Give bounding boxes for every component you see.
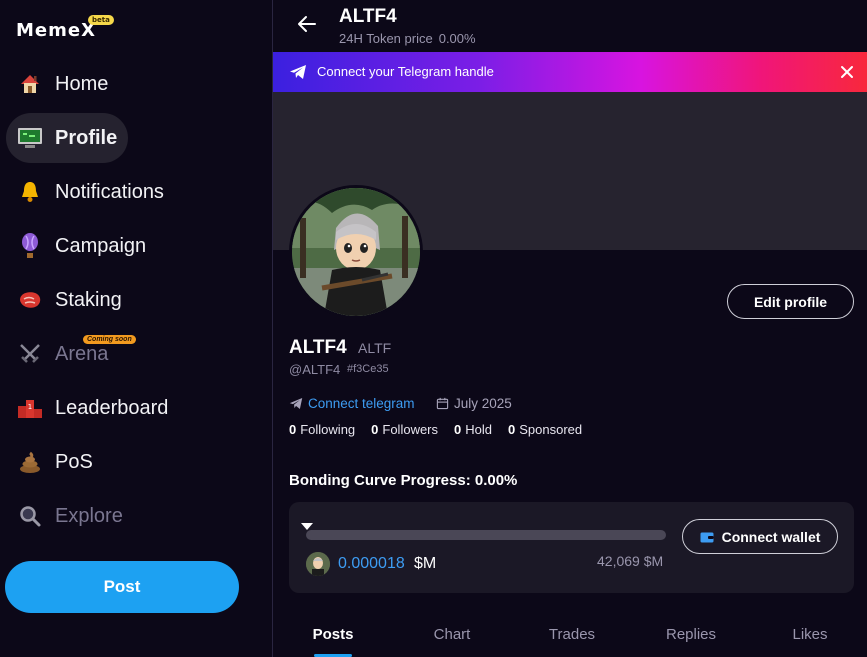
stat-followers[interactable]: 0 Followers <box>371 422 438 437</box>
profile-stats: 0 Following 0 Followers 0 Hold 0 Sponsored <box>289 422 598 437</box>
caret-down-icon[interactable] <box>301 518 313 530</box>
stat-sponsored[interactable]: 0 Sponsored <box>508 422 582 437</box>
joined-date: July 2025 <box>436 396 512 411</box>
sidebar: MemeX beta Home Profile Notifications Ca… <box>0 0 272 657</box>
beta-badge: beta <box>88 15 114 25</box>
edit-profile-button[interactable]: Edit profile <box>727 284 854 319</box>
profile-name: ALTF4 <box>289 337 347 358</box>
profile-ticker: ALTF <box>358 340 392 356</box>
stat-hold[interactable]: 0 Hold <box>454 422 492 437</box>
close-icon[interactable] <box>838 63 856 81</box>
meat-icon <box>16 286 44 314</box>
stat-label: Hold <box>465 422 492 437</box>
token-price-label: 24H Token price <box>339 31 433 46</box>
coming-soon-badge: Coming soon <box>83 335 136 344</box>
back-arrow-icon[interactable] <box>295 12 319 36</box>
tab-chart[interactable]: Chart <box>412 626 492 643</box>
sidebar-item-staking[interactable]: Staking <box>6 275 128 325</box>
stat-label: Sponsored <box>519 422 583 437</box>
profile-handle-id: #f3Ce35 <box>347 363 389 375</box>
stat-label: Following <box>300 422 356 437</box>
calendar-icon <box>436 397 449 410</box>
sidebar-item-label: Explore <box>55 504 123 527</box>
sidebar-item-profile[interactable]: Profile <box>6 113 128 163</box>
tab-posts[interactable]: Posts <box>293 626 373 643</box>
bonding-progress-bar <box>306 530 666 540</box>
poop-icon <box>16 448 44 476</box>
token-price-change: 0.00% <box>438 31 476 46</box>
profile-tabs: Posts Chart Trades Replies Likes <box>273 614 867 657</box>
telegram-banner[interactable]: Connect your Telegram handle <box>273 52 867 92</box>
sidebar-item-home[interactable]: Home <box>6 59 128 109</box>
wallet-icon <box>700 532 714 542</box>
bonding-curve-title: Bonding Curve Progress: 0.00% <box>289 472 518 489</box>
telegram-banner-text: Connect your Telegram handle <box>317 64 494 79</box>
token-price-line: 24H Token price 0.00% <box>339 31 476 46</box>
sidebar-item-label: Arena <box>55 342 109 365</box>
stat-value: 0 <box>454 422 462 437</box>
hot-air-balloon-icon <box>16 232 44 260</box>
joined-date-text: July 2025 <box>454 396 512 411</box>
tab-trades[interactable]: Trades <box>532 626 612 643</box>
stat-value: 0 <box>289 422 297 437</box>
sidebar-item-arena[interactable]: Arena Coming soon <box>6 329 136 379</box>
sidebar-item-leaderboard[interactable]: 1 Leaderboard <box>6 383 168 433</box>
sidebar-item-pos[interactable]: PoS <box>6 437 128 487</box>
crossed-swords-icon <box>16 340 44 368</box>
token-price-unit: $M <box>414 555 437 572</box>
sidebar-item-label: Campaign <box>55 234 147 257</box>
token-avatar <box>306 552 330 576</box>
telegram-icon <box>289 398 303 409</box>
magnifier-icon <box>16 502 44 530</box>
market-cap-target: 42,069 $M <box>597 553 664 569</box>
logo-text: MemeX <box>16 20 96 41</box>
stat-value: 0 <box>508 422 516 437</box>
svg-text:1: 1 <box>28 403 32 411</box>
connect-telegram-label: Connect telegram <box>308 396 415 411</box>
tab-likes[interactable]: Likes <box>770 626 850 643</box>
tab-replies[interactable]: Replies <box>651 626 731 643</box>
sidebar-item-label: Profile <box>55 126 118 149</box>
bonding-curve-card: 0.000018 $M 42,069 $M Connect wallet <box>289 502 854 593</box>
sidebar-item-label: PoS <box>55 450 93 473</box>
page-title: ALTF4 <box>339 6 397 27</box>
podium-icon: 1 <box>16 394 44 422</box>
sidebar-item-label: Home <box>55 72 109 95</box>
stat-following[interactable]: 0 Following <box>289 422 355 437</box>
house-icon <box>16 70 44 98</box>
profile-header: ALTF4 24H Token price 0.00% <box>273 0 867 52</box>
sidebar-item-label: Leaderboard <box>55 396 169 419</box>
token-price-value: 0.000018 <box>338 555 405 572</box>
connect-wallet-label: Connect wallet <box>721 528 821 545</box>
post-button[interactable]: Post <box>5 561 239 613</box>
main-content: ALTF4 24H Token price 0.00% Connect your … <box>273 0 867 657</box>
sidebar-item-notifications[interactable]: Notifications <box>6 167 164 217</box>
stat-value: 0 <box>371 422 379 437</box>
stat-label: Followers <box>382 422 439 437</box>
sidebar-item-explore[interactable]: Explore <box>6 491 128 541</box>
sidebar-item-label: Staking <box>55 288 122 311</box>
telegram-icon <box>289 64 307 80</box>
profile-handle: @ALTF4 <box>289 362 341 377</box>
computer-icon <box>16 124 44 152</box>
connect-wallet-button[interactable]: Connect wallet <box>682 519 838 554</box>
sidebar-item-campaign[interactable]: Campaign <box>6 221 146 271</box>
profile-avatar[interactable] <box>289 185 423 319</box>
memex-logo[interactable]: MemeX beta <box>16 15 114 44</box>
sidebar-item-label: Notifications <box>55 180 164 203</box>
connect-telegram-link[interactable]: Connect telegram <box>289 396 415 411</box>
bell-icon <box>16 178 44 206</box>
